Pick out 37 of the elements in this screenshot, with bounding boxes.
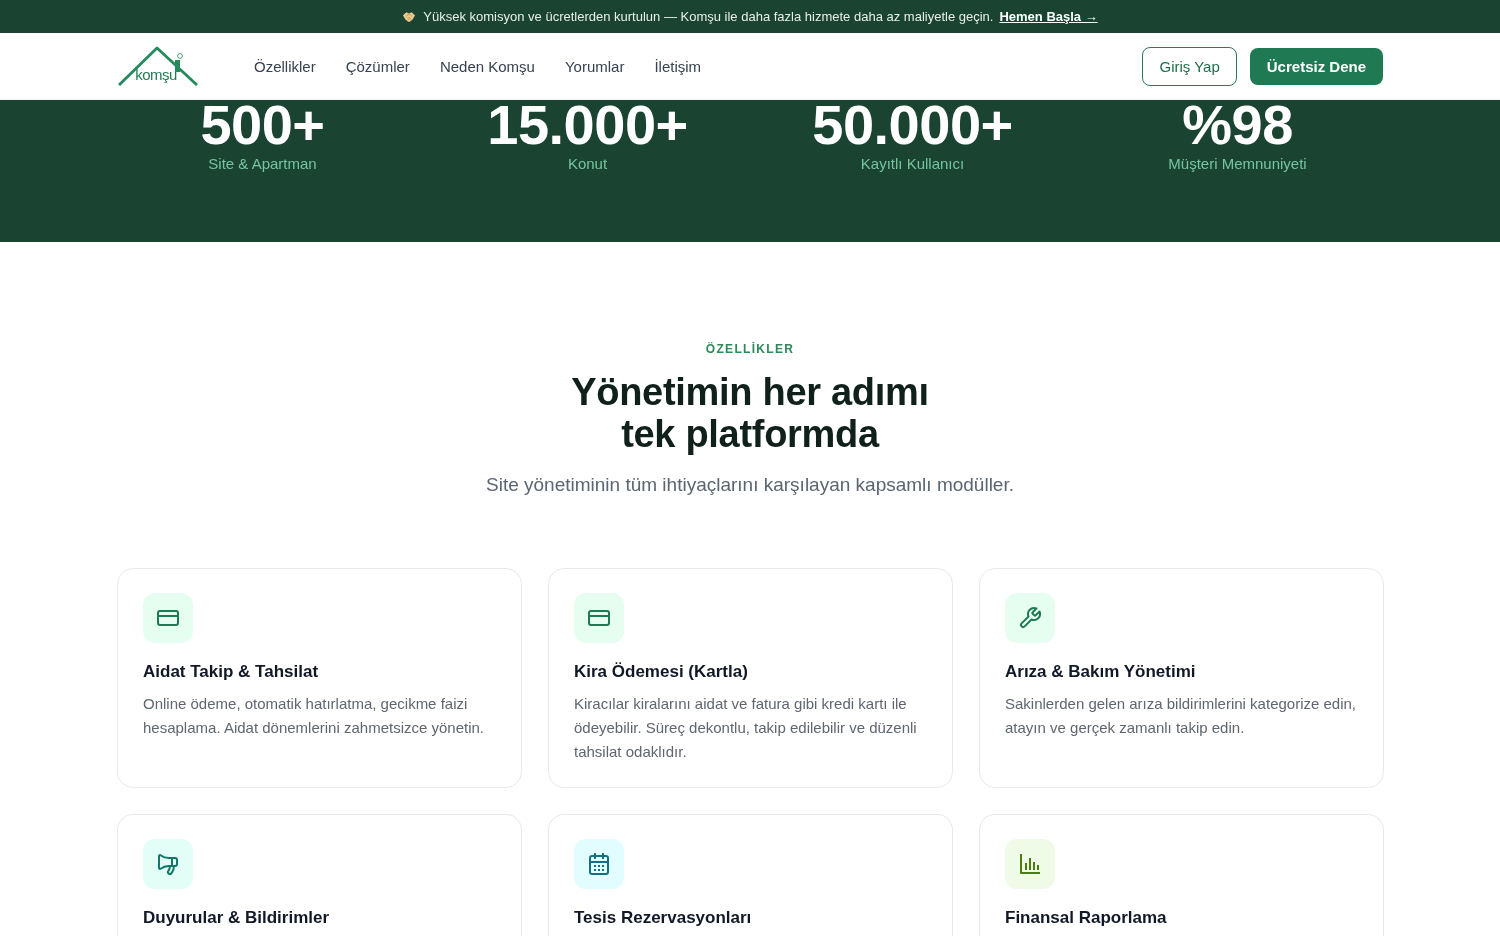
- section-eyebrow: ÖZELLİKLER: [705, 341, 795, 357]
- section-subtitle: Site yönetiminin tüm ihtiyaçlarını karşılayan kapsamlı modüller.: [486, 473, 1014, 497]
- stat-label: Konut: [567, 154, 608, 175]
- card-title: Duyurular & Bildirimler: [143, 907, 331, 929]
- card-title: Aidat Takip & Tahsilat: [143, 661, 320, 683]
- stat-label: Site & Apartman: [208, 154, 317, 175]
- bar-chart-icon: [1005, 839, 1055, 889]
- stat-value: 50.000+: [812, 100, 1013, 151]
- free-trial-button[interactable]: Ücretsiz Dene: [1249, 47, 1383, 85]
- calendar-icon: [574, 839, 624, 889]
- stat-label: Kayıtlı Kullanıcı: [860, 154, 965, 175]
- banner-link[interactable]: Hemen Başla →: [999, 9, 1098, 24]
- card-title: Finansal Raporlama: [1005, 907, 1168, 929]
- nav-link[interactable]: Özellikler: [254, 57, 316, 75]
- stat-value: 15.000+: [487, 100, 688, 151]
- stat-value: 500+: [200, 100, 325, 151]
- credit-card-icon: [574, 593, 624, 643]
- nav-link[interactable]: İletişim: [654, 57, 702, 75]
- login-button[interactable]: Giriş Yap: [1142, 46, 1237, 86]
- stat-value: %98: [1182, 100, 1293, 151]
- card-description: Online ödeme, otomatik hatırlatma, gecikme faizi hesaplama. Aidat dönemlerini zahmetsizce yönetin.: [143, 694, 486, 738]
- wrench-icon: [1005, 593, 1055, 643]
- card-title: Arıza & Bakım Yönetimi: [1005, 661, 1197, 683]
- banner-text: Yüksek komisyon ve ücretlerden kurtulun — Komşu ile daha fazla hizmete daha az maliyetle geçin.: [423, 9, 994, 24]
- card-title: Tesis Rezervasyonları: [574, 907, 753, 929]
- nav-link[interactable]: Neden Komşu: [439, 57, 535, 75]
- stat-label: Müşteri Memnuniyeti: [1168, 154, 1307, 175]
- card-description: Kiracılar kiralarını aidat ve fatura gibi kredi kartı ile ödeyebilir. Süreç dekontlu, takip edilebilir ve düzenli tahsilat odaklıdır.: [574, 694, 918, 762]
- card-title: Kira Ödemesi (Kartla): [574, 661, 749, 683]
- section-heading: Yönetimin her adımı tek platformda: [570, 371, 930, 455]
- nav-link[interactable]: Yorumlar: [564, 57, 625, 75]
- nav-link[interactable]: Çözümler: [345, 57, 410, 75]
- megaphone-icon: [143, 839, 193, 889]
- handshake-icon: [402, 10, 417, 23]
- logo[interactable]: komşu: [117, 46, 199, 86]
- credit-card-icon: [143, 593, 193, 643]
- card-description: Sakinlerden gelen arıza bildirimlerini kategorize edin, atayın ve gerçek zamanlı takip edin.: [1005, 694, 1358, 738]
